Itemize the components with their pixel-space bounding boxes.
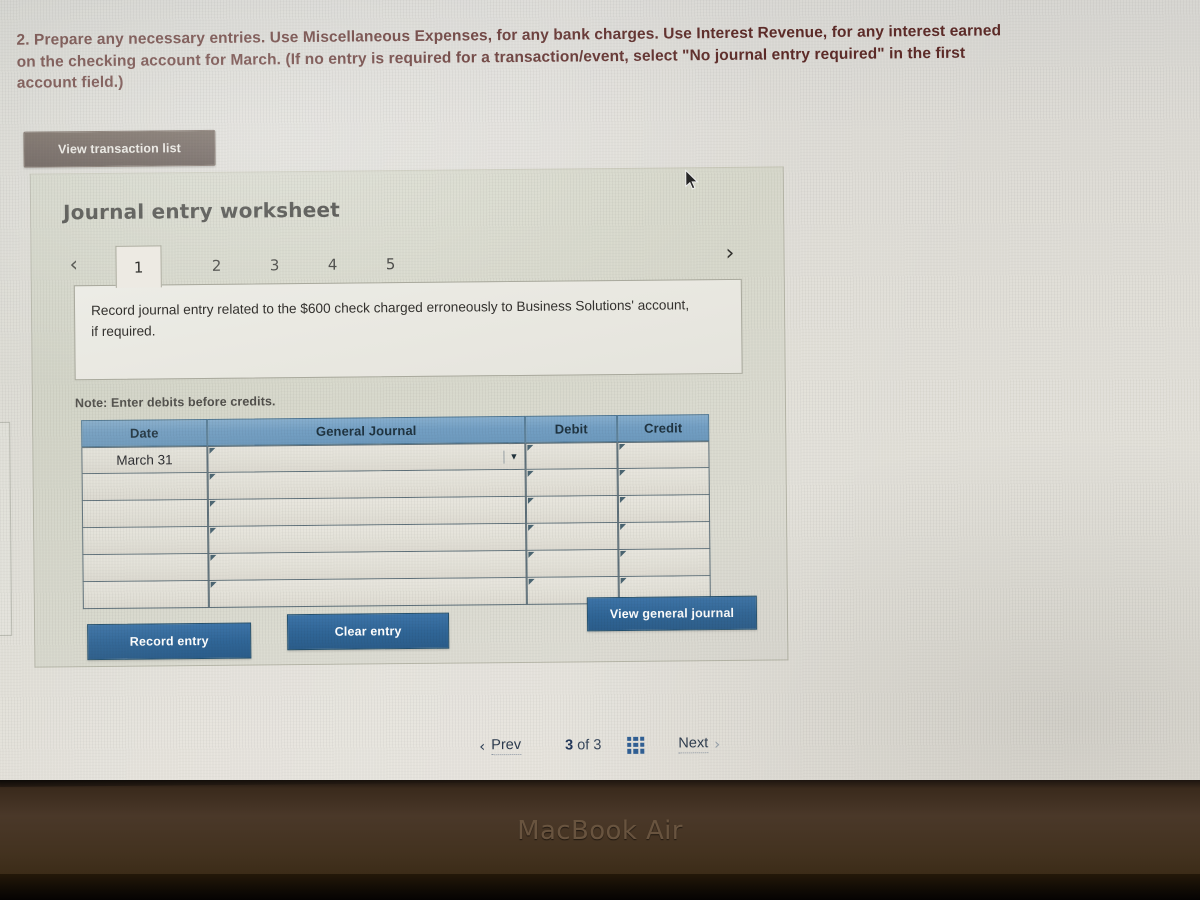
- cell-account-4[interactable]: [208, 523, 527, 554]
- bezel-top-edge: [0, 780, 1200, 787]
- cell-debit-1[interactable]: [525, 442, 618, 470]
- worksheet-tab-1[interactable]: 1: [115, 245, 162, 288]
- journal-entry-worksheet-panel: Journal entry worksheet ‹ › 1 2 3 4 5 Re…: [29, 166, 789, 668]
- column-header-credit: Credit: [617, 414, 710, 443]
- cell-date-4[interactable]: [82, 526, 209, 556]
- pagination-bar: ‹ Prev 3 of 3 Next ›: [479, 728, 819, 761]
- clear-entry-button[interactable]: Clear entry: [286, 612, 450, 651]
- debits-before-credits-note: Note: Enter debits before credits.: [74, 394, 276, 411]
- next-link[interactable]: Next: [678, 735, 709, 754]
- cell-date-6[interactable]: [82, 580, 209, 610]
- cell-account-1[interactable]: ▼: [207, 442, 526, 473]
- macbook-air-logo: MacBook Air: [517, 816, 683, 846]
- chevron-down-icon[interactable]: ▼: [503, 449, 521, 464]
- laptop-hinge: [0, 874, 1200, 900]
- cell-account-3[interactable]: [207, 496, 527, 527]
- laptop-screen: 2. Prepare any necessary entries. Use Mi…: [0, 0, 1200, 794]
- column-header-debit: Debit: [525, 415, 618, 443]
- journal-entry-table: Date General Journal Debit Credit March …: [81, 414, 711, 610]
- page-edge-artifact: [0, 421, 13, 637]
- question-line-3: account field.): [16, 73, 124, 92]
- cell-debit-3[interactable]: [525, 496, 619, 524]
- page-of-label: of: [577, 737, 590, 754]
- cell-account-2[interactable]: [207, 469, 526, 500]
- question-text: 2. Prepare any necessary entries. Use Mi…: [16, 20, 1061, 95]
- worksheet-prompt-text: Record journal entry related to the $600…: [90, 297, 690, 340]
- tab-next-arrow-icon[interactable]: ›: [725, 241, 734, 266]
- worksheet-prompt-box: Record journal entry related to the $600…: [73, 278, 743, 381]
- cell-debit-2[interactable]: [525, 469, 618, 497]
- cell-credit-3[interactable]: [617, 495, 711, 524]
- cell-date-5[interactable]: [82, 553, 209, 583]
- column-header-date: Date: [81, 418, 208, 448]
- cell-credit-4[interactable]: [618, 522, 711, 551]
- page-current: 3: [564, 737, 574, 754]
- view-transaction-list-button[interactable]: View transaction list: [23, 129, 216, 168]
- cell-date-3[interactable]: [81, 499, 209, 529]
- record-entry-button[interactable]: Record entry: [87, 622, 252, 661]
- next-chevron-icon[interactable]: ›: [714, 735, 720, 753]
- cell-debit-5[interactable]: [526, 550, 619, 578]
- cell-date-1[interactable]: March 31: [81, 445, 208, 475]
- cell-date-2[interactable]: [81, 472, 208, 502]
- laptop-photo: 2. Prepare any necessary entries. Use Mi…: [0, 0, 1200, 900]
- question-number: 2.: [16, 31, 30, 49]
- cell-account-5[interactable]: [208, 550, 527, 581]
- worksheet-tab-3[interactable]: 3: [251, 244, 297, 286]
- view-general-journal-button[interactable]: View general journal: [586, 595, 758, 632]
- prev-chevron-icon[interactable]: ‹: [479, 737, 485, 755]
- cell-credit-1[interactable]: [617, 441, 710, 470]
- worksheet-tab-5[interactable]: 5: [367, 243, 413, 285]
- exercise-page: 2. Prepare any necessary entries. Use Mi…: [0, 0, 1200, 794]
- cell-credit-2[interactable]: [617, 468, 710, 497]
- page-total: 3: [593, 737, 602, 754]
- worksheet-tab-2[interactable]: 2: [193, 245, 239, 287]
- grid-view-icon[interactable]: [627, 736, 645, 754]
- cell-account-6[interactable]: [208, 577, 527, 608]
- page-counter: 3 of 3: [565, 737, 601, 753]
- cell-credit-5[interactable]: [618, 549, 711, 578]
- question-line-2: on the checking account for March. (If n…: [16, 44, 966, 71]
- prev-link[interactable]: Prev: [491, 736, 522, 756]
- worksheet-title: Journal entry worksheet: [62, 197, 341, 225]
- cell-debit-4[interactable]: [526, 523, 619, 551]
- tab-prev-arrow-icon[interactable]: ‹: [69, 252, 78, 276]
- column-header-general-journal: General Journal: [207, 415, 526, 446]
- laptop-bezel: MacBook Air: [0, 780, 1200, 900]
- worksheet-tab-4[interactable]: 4: [309, 244, 355, 286]
